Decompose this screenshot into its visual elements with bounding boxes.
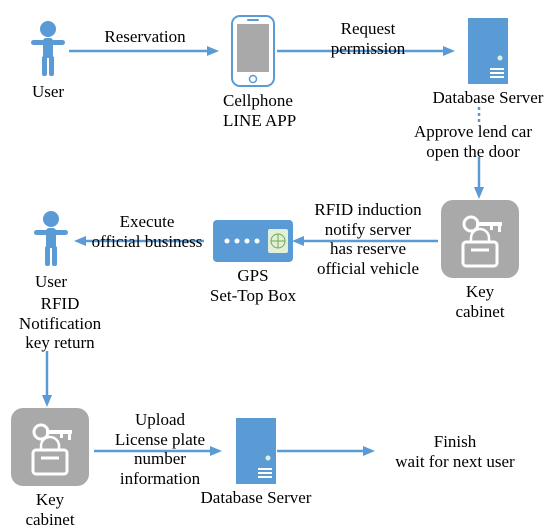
server-label-2: Database Server xyxy=(196,488,316,508)
server-label-1: Database Server xyxy=(428,88,548,108)
cellphone-label: Cellphone LINE APP xyxy=(223,91,283,130)
user-label-2: User xyxy=(25,272,77,292)
user-icon-1: User xyxy=(22,20,74,102)
cellphone-icon: Cellphone LINE APP xyxy=(223,15,283,130)
key-cabinet-label-1: Key cabinet xyxy=(440,282,520,321)
key-cabinet-label-2: Key cabinet xyxy=(10,490,90,529)
arrow-rfid-return xyxy=(40,351,54,407)
key-cabinet-icon-1: Key cabinet xyxy=(440,200,520,321)
arrow-approve-label: Approve lend car open the door xyxy=(398,122,548,161)
server-icon-1: Database Server xyxy=(458,18,518,108)
arrow-rfid-return-label: RFID Notification key return xyxy=(5,294,115,353)
arrow-execute-label: Execute official business xyxy=(82,212,212,251)
arrow-request-label: Request permission xyxy=(318,19,418,58)
user-icon-2: User xyxy=(25,210,77,292)
finish-label: Finish wait for next user xyxy=(375,432,535,471)
arrow-upload-label: Upload License plate number information xyxy=(105,410,215,488)
gps-icon: GPS Set-Top Box xyxy=(205,220,301,305)
key-cabinet-icon-2: Key cabinet xyxy=(10,408,90,529)
arrow-finish xyxy=(275,444,375,458)
user-label-1: User xyxy=(22,82,74,102)
server-icon-2: Database Server xyxy=(226,418,286,508)
arrow-rfid-induction-label: RFID induction notify server has reserve… xyxy=(303,200,433,278)
gps-label: GPS Set-Top Box xyxy=(205,266,301,305)
arrow-reservation-label: Reservation xyxy=(95,27,195,47)
